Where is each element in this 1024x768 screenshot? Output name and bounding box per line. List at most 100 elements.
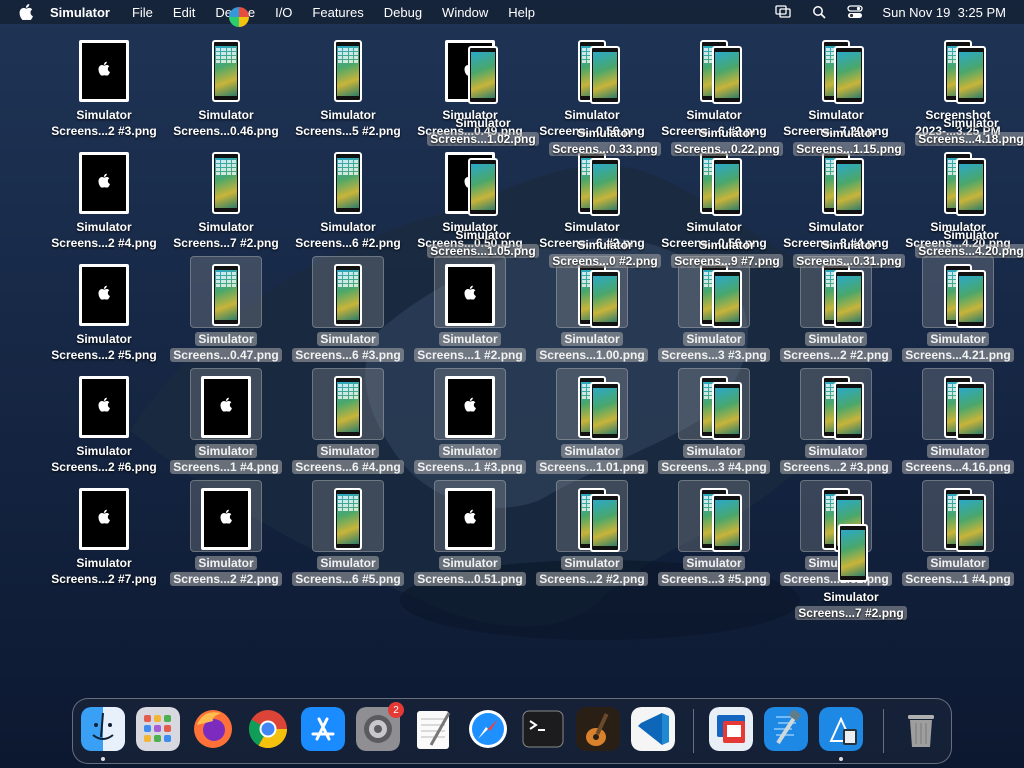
file-name-line2: Screens...5 #2.png [295, 124, 401, 138]
desktop-file-icon[interactable]: Simulator Screens...2 #7.png [44, 478, 164, 590]
garageband-icon[interactable] [576, 707, 620, 751]
control-center-icon[interactable] [846, 3, 864, 21]
file-name-line2: Screens...2 #2.png [532, 572, 652, 586]
launchpad-icon[interactable] [136, 707, 180, 751]
desktop-file-icon[interactable]: Simulator Screens...0.46.png [166, 30, 286, 142]
menu-io[interactable]: I/O [275, 5, 292, 20]
desktop-file-icon[interactable]: Simulator Screens...6 #5.png [288, 478, 408, 590]
desktop-file-icon[interactable]: Simulator Screens...7 #2.png [166, 142, 286, 254]
desktop-file-icon[interactable]: Simulator Screens...5 #2.png [288, 30, 408, 142]
desktop-file-icon[interactable]: Simulator Screens...2 #3.png [44, 30, 164, 142]
simulator-icon[interactable] [819, 707, 863, 751]
desktop-file-icon[interactable]: Simulator Screens...0.47.png [166, 254, 286, 366]
textedit-icon[interactable] [411, 707, 455, 751]
file-name-line2: Screens...4.21.png [898, 348, 1018, 362]
desktop-file-icon[interactable]: Simulator Screens...6 #4.png [288, 366, 408, 478]
file-name-line1: Simulator [532, 444, 652, 458]
file-name-line1: Simulator [564, 108, 620, 122]
safari-icon[interactable] [466, 707, 510, 751]
file-name-line2: Screens...4.16.png [898, 460, 1018, 474]
screen-mirroring-icon[interactable] [774, 3, 792, 21]
terminal-icon[interactable] [521, 707, 565, 751]
apple-logo-icon [98, 61, 110, 81]
desktop-file-icon[interactable]: Simulator Screens...6 #3.png [288, 254, 408, 366]
file-name-line2: Screens...2 #5.png [51, 348, 157, 362]
dragged-file-preview [712, 382, 742, 440]
remote-desktop-icon[interactable] [709, 707, 753, 751]
menu-file[interactable]: File [132, 5, 153, 20]
preview-screen [715, 164, 739, 210]
preview-screen [715, 388, 739, 434]
file-thumbnail [79, 376, 129, 438]
dragged-file-label-line2: Screens...0.31.png [784, 254, 914, 268]
dragged-file-preview [590, 382, 620, 440]
menu-edit[interactable]: Edit [173, 5, 195, 20]
desktop-file-icon[interactable]: Simulator Screens...2 #2.png [166, 478, 286, 590]
menu-extras: Sun Nov 19 3:25 PM [774, 0, 1006, 24]
file-name-line2: Screens...1.32.png [776, 572, 896, 586]
desktop-file-icon[interactable]: Simulator Screens...2 #6.png [44, 366, 164, 478]
dragged-file-label-line2: Screens...0.22.png [662, 142, 792, 156]
file-thumbnail [212, 40, 240, 102]
file-name-line2: Screens...0.46.png [173, 124, 279, 138]
file-name-line2: Screens...2 #7.png [51, 572, 157, 586]
finder-icon[interactable] [81, 707, 125, 751]
file-name-line2: Screens...1 #4.png [166, 460, 286, 474]
file-name-line1: Simulator [532, 556, 652, 570]
menu-clock[interactable]: Sun Nov 19 3:25 PM [882, 5, 1006, 20]
menu-window[interactable]: Window [442, 5, 488, 20]
firefox-icon[interactable] [191, 707, 235, 751]
chrome-icon[interactable] [246, 707, 290, 751]
file-name-line2: Screens...1 #3.png [410, 460, 530, 474]
menu-help[interactable]: Help [508, 5, 535, 20]
file-name-line2: Screens...1 #2.png [410, 348, 530, 362]
file-thumbnail [334, 264, 362, 326]
file-name-line2: Screens...0.47.png [166, 348, 286, 362]
menu-features[interactable]: Features [312, 5, 363, 20]
dragged-file-preview [468, 158, 498, 216]
desktop-file-icon[interactable]: Simulator Screens...0.51.png [410, 478, 530, 590]
preview-screen [837, 388, 861, 434]
desktop-file-icon[interactable]: Simulator Screens...1 #2.png [410, 254, 530, 366]
file-name-line2: Screens...2 #2.png [166, 572, 286, 586]
dragged-file-label-line2: Screens...1.15.png [784, 142, 914, 156]
dragged-file-preview [956, 494, 986, 552]
file-name-line2: Screens...6 #4.png [288, 460, 408, 474]
file-name-line1: Simulator [898, 332, 1018, 346]
dragged-file-label-line2: Screens...1.02.png [418, 132, 548, 146]
dragged-file-label-line1: Simulator [823, 590, 879, 604]
spotlight-search-icon[interactable] [810, 3, 828, 21]
desktop-file-icon[interactable]: Simulator Screens...2 #4.png [44, 142, 164, 254]
preview-screen [715, 500, 739, 546]
apple-logo-icon [464, 285, 476, 305]
file-name-line1: Simulator [76, 556, 132, 570]
file-name-line2: Screens...7 #2.png [173, 236, 279, 250]
file-thumbnail [334, 376, 362, 438]
desktop-file-icon[interactable]: Simulator Screens...2 #5.png [44, 254, 164, 366]
menu-app-name[interactable]: Simulator [50, 5, 110, 20]
preview-screen [471, 164, 495, 210]
file-name-line1: Simulator [76, 108, 132, 122]
file-name-line2: Screens...1 #4.png [898, 572, 1018, 586]
app-store-icon[interactable] [301, 707, 345, 751]
desktop-file-icon[interactable]: Simulator Screens...1 #3.png [410, 366, 530, 478]
vscode-icon[interactable] [631, 707, 675, 751]
file-name-line1: Simulator [166, 332, 286, 346]
dragged-file-label-line1: Simulator [943, 228, 999, 242]
file-name-line1: Simulator [288, 444, 408, 458]
desktop-file-icon[interactable]: Simulator Screens...1 #4.png [166, 366, 286, 478]
trash-icon[interactable] [899, 707, 943, 751]
xcode-icon[interactable] [764, 707, 808, 751]
dragged-file-label-line2: Screens...9 #7.png [662, 254, 792, 268]
menu-debug[interactable]: Debug [384, 5, 422, 20]
file-name-line1: Simulator [410, 444, 530, 458]
file-name-line1: Simulator [686, 108, 742, 122]
desktop-file-icon[interactable]: Simulator Screens...6 #2.png [288, 142, 408, 254]
notification-badge: 2 [388, 702, 404, 718]
dragged-file-label-line2: Screens...0.33.png [540, 142, 670, 156]
dragged-file-label-line1: Simulator [699, 238, 755, 252]
apple-menu-icon[interactable] [16, 2, 36, 22]
preview-screen [959, 388, 983, 434]
file-name-line2: Screens...3 #4.png [654, 460, 774, 474]
file-thumbnail [79, 488, 129, 550]
